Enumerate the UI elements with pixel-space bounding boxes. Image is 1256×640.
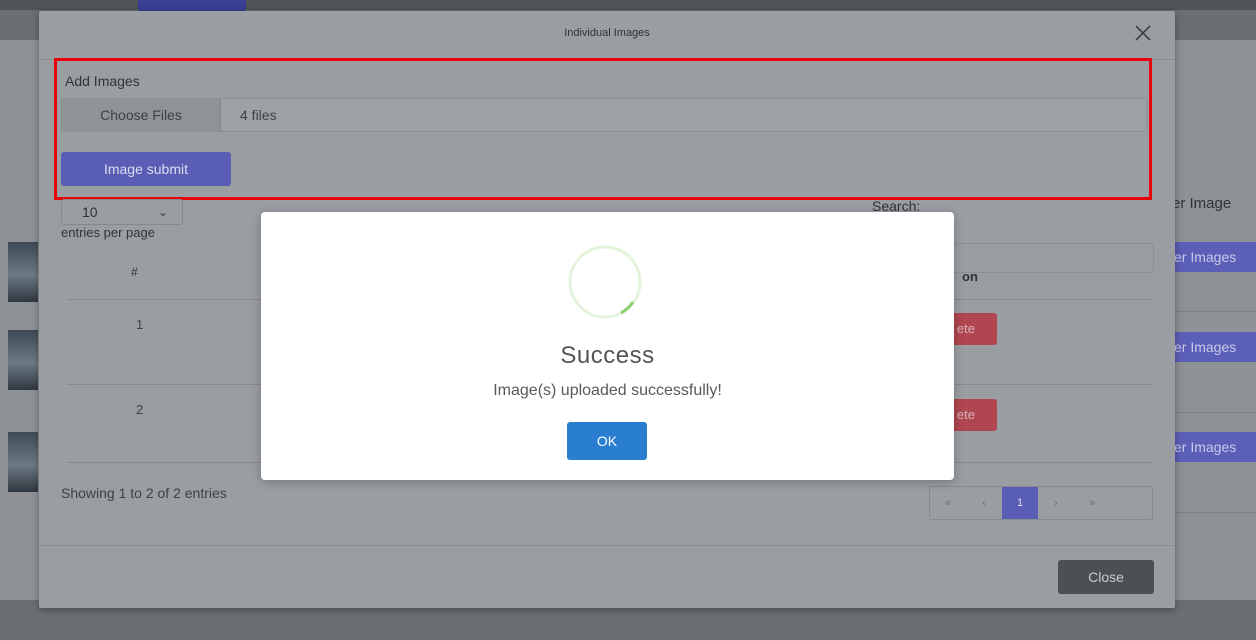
entries-per-page-value: 10	[82, 204, 98, 220]
pagination-previous-button[interactable]: ‹	[966, 487, 1002, 519]
modal-footer-divider	[39, 545, 1175, 546]
background-image-button: er Images	[1168, 332, 1256, 362]
modal-header: Individual Images	[39, 11, 1175, 60]
success-message: Image(s) uploaded successfully!	[493, 382, 722, 399]
background-image-button: er Images	[1168, 432, 1256, 462]
success-title: Success	[560, 342, 655, 369]
chevron-down-icon: ⌄	[157, 205, 168, 219]
entries-per-page-label: entries per page	[61, 225, 155, 240]
file-count-text: 4 files	[240, 107, 277, 123]
choose-files-button[interactable]: Choose Files	[62, 99, 221, 131]
pagination-page-1[interactable]: 1	[1002, 487, 1038, 519]
background-thumbnail	[8, 432, 38, 492]
column-header-action: on	[962, 269, 978, 284]
upload-section-highlight: Add Images Choose Files 4 files Image su…	[54, 58, 1152, 200]
table-row-number: 1	[136, 317, 144, 332]
table-info-text: Showing 1 to 2 of 2 entries	[61, 485, 227, 501]
pagination-last-button[interactable]: »	[1074, 487, 1110, 519]
pagination-first-button[interactable]: «	[930, 487, 966, 519]
table-row-number: 2	[136, 402, 144, 417]
pagination-next-button[interactable]: ›	[1038, 487, 1074, 519]
file-input[interactable]: Choose Files 4 files	[61, 98, 1147, 132]
entries-per-page-select[interactable]: 10 ⌄	[61, 199, 183, 225]
background-thumbnail	[8, 330, 38, 390]
close-button[interactable]: Close	[1058, 560, 1154, 594]
column-header-number: #	[131, 265, 138, 279]
add-images-label: Add Images	[65, 73, 140, 89]
ok-button[interactable]: OK	[567, 422, 647, 460]
close-icon[interactable]	[1133, 23, 1153, 43]
success-icon	[547, 244, 663, 320]
modal-title: Individual Images	[564, 27, 650, 39]
background-column-header: er Image	[1172, 195, 1232, 212]
pagination: « ‹ 1 › »	[929, 486, 1153, 520]
background-thumbnail	[8, 242, 38, 302]
success-dialog: Success Image(s) uploaded successfully! …	[261, 212, 954, 480]
background-image-button: er Images	[1168, 242, 1256, 272]
image-submit-button[interactable]: Image submit	[61, 152, 231, 186]
